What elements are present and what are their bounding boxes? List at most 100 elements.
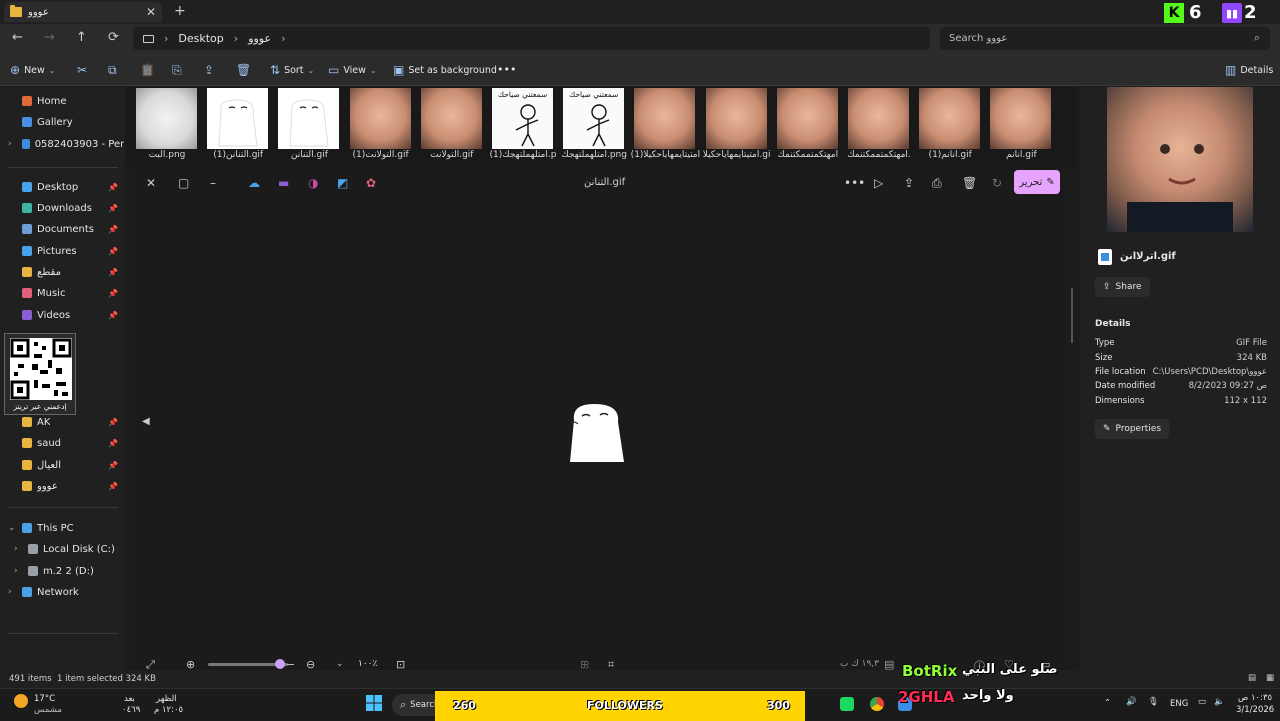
chevron-up-icon[interactable]: ⌃: [1104, 698, 1111, 708]
sidebar-item[interactable]: العيال 📌: [0, 455, 124, 475]
viewer-more-icon[interactable]: •••: [844, 176, 865, 190]
clock-time[interactable]: ١٠:٣٥ ص: [1238, 693, 1272, 703]
thumbnail[interactable]: [634, 88, 696, 149]
microphone-icon[interactable]: 🎙: [1148, 697, 1159, 707]
breadcrumb-desktop[interactable]: Desktop: [178, 32, 223, 45]
sidebar-item[interactable]: saud 📌: [0, 433, 124, 453]
sidebar-item[interactable]: Music 📌: [0, 283, 124, 303]
clipchamp-icon[interactable]: ▬: [278, 176, 289, 190]
thumbnail[interactable]: سمعتني صياحك: [563, 88, 625, 149]
thumbnail[interactable]: [990, 88, 1052, 149]
sidebar-item[interactable]: مقطع 📌: [0, 262, 124, 282]
up-button[interactable]: ↑: [76, 30, 87, 45]
onedrive-icon[interactable]: ☁: [248, 176, 260, 190]
edit-button[interactable]: تحرير ✎: [1014, 170, 1060, 194]
sidebar-item[interactable]: Gallery: [0, 112, 124, 132]
viewer-maximize-icon[interactable]: ▢: [178, 176, 189, 190]
zoom-dropdown-icon[interactable]: ⌄: [336, 659, 344, 669]
sidebar-item[interactable]: ⌄ This PC: [0, 518, 124, 538]
app-icon-green[interactable]: [840, 697, 854, 711]
sidebar-item[interactable]: › m.2 2 (D:): [0, 561, 124, 581]
details-pane-button[interactable]: ▥ Details: [1225, 63, 1273, 77]
botrix-label: BotRix: [902, 662, 958, 680]
viewer-minimize-icon[interactable]: –: [210, 176, 216, 190]
back-button[interactable]: ←: [12, 30, 23, 45]
more-options-button[interactable]: •••: [497, 63, 516, 76]
share-button[interactable]: ⇪ Share: [1095, 277, 1150, 297]
sidebar-item[interactable]: Desktop 📌: [0, 177, 124, 197]
details-view-icon[interactable]: ▤: [1248, 673, 1256, 683]
thumbnail[interactable]: [848, 88, 909, 149]
explorer-tab[interactable]: عووو ✕: [4, 2, 162, 22]
speaker-icon[interactable]: 🔈: [1214, 697, 1225, 707]
sidebar-item[interactable]: Home: [0, 91, 124, 111]
viewer-scrollbar[interactable]: [1071, 288, 1073, 343]
new-button[interactable]: ⊕ New ⌄: [10, 63, 56, 77]
view-button[interactable]: ▭ View ⌄: [328, 63, 377, 77]
thumbnail[interactable]: [919, 88, 981, 149]
sort-button[interactable]: ⇅ Sort ⌄: [270, 63, 314, 77]
chevron-right-icon[interactable]: ›: [14, 566, 18, 576]
zoom-slider-knob[interactable]: [275, 659, 285, 669]
chrome-icon[interactable]: [870, 697, 884, 711]
thumbnail[interactable]: سمعتني صياحك: [492, 88, 553, 149]
tiles-view-icon[interactable]: ▦: [1266, 673, 1274, 683]
paste-icon[interactable]: 📋: [140, 63, 155, 77]
properties-button[interactable]: ✎ Properties: [1095, 419, 1170, 439]
new-tab-button[interactable]: +: [174, 3, 186, 19]
search-input[interactable]: Search عووو ⌕: [940, 27, 1270, 50]
thumbnail[interactable]: [349, 88, 411, 149]
viewer-close-icon[interactable]: ✕: [146, 176, 156, 190]
chevron-down-icon[interactable]: ⌄: [8, 523, 16, 533]
rename-icon[interactable]: ⎘: [172, 63, 182, 78]
sidebar-item[interactable]: Videos 📌: [0, 305, 124, 325]
volume-icon[interactable]: 🔊: [1126, 697, 1137, 707]
sidebar-item[interactable]: › Local Disk (C:): [0, 539, 124, 559]
cut-icon[interactable]: ✂: [77, 63, 87, 77]
folder-icon: [22, 438, 32, 448]
tab-close-button[interactable]: ✕: [146, 5, 156, 19]
previous-image-icon[interactable]: ◀: [142, 416, 150, 427]
viewer-share-icon[interactable]: ⇪: [904, 176, 914, 190]
refresh-button[interactable]: ⟳: [108, 30, 119, 45]
thumbnail[interactable]: [278, 88, 340, 149]
zoom-slider[interactable]: [208, 659, 288, 669]
sidebar-item[interactable]: Pictures 📌: [0, 241, 124, 261]
copilot-icon[interactable]: ✿: [366, 176, 376, 190]
paint-icon[interactable]: ◩: [337, 176, 348, 190]
designer-icon[interactable]: ◑: [308, 176, 318, 190]
weather-temp[interactable]: 17°C: [34, 694, 55, 704]
sidebar-item[interactable]: Downloads 📌: [0, 198, 124, 218]
share-icon[interactable]: ⇪: [204, 63, 214, 77]
forward-button[interactable]: →: [44, 30, 55, 45]
address-bar[interactable]: › Desktop › عووو ›: [133, 27, 930, 50]
delete-icon[interactable]: 🗑: [236, 63, 251, 77]
zoom-level[interactable]: ١٠٠٪: [358, 659, 377, 669]
print-icon[interactable]: ⎙: [932, 176, 942, 191]
thumbnail[interactable]: [420, 88, 482, 149]
sidebar-item[interactable]: عووو 📌: [0, 476, 124, 496]
network-icon[interactable]: ▭: [1198, 697, 1206, 707]
thumbnail[interactable]: [136, 88, 197, 149]
clock-date[interactable]: 3/1/2026: [1236, 705, 1274, 715]
chevron-right-icon[interactable]: ›: [8, 139, 12, 149]
thumbnail-label: البت.png: [148, 150, 186, 160]
thumbnail[interactable]: [776, 88, 838, 149]
slideshow-icon[interactable]: ▷: [874, 176, 883, 190]
chevron-right-icon[interactable]: ›: [8, 587, 12, 597]
thumbnail[interactable]: [705, 88, 767, 149]
sidebar-item[interactable]: › Network: [0, 582, 124, 602]
sidebar-item[interactable]: Documents 📌: [0, 219, 124, 239]
sidebar-item[interactable]: AK 📌: [0, 412, 124, 432]
viewer-delete-icon[interactable]: 🗑: [962, 176, 977, 190]
copy-icon[interactable]: ⧉: [108, 63, 117, 78]
windows-start-icon[interactable]: [366, 695, 382, 711]
sidebar-item-label: saud: [37, 437, 62, 449]
rotate-icon[interactable]: ↻: [992, 176, 1002, 190]
sidebar-item[interactable]: › 0582403903 - Personal: [0, 134, 124, 154]
set-as-background-button[interactable]: ▣ Set as background: [393, 63, 497, 77]
language-indicator[interactable]: ENG: [1170, 699, 1188, 709]
thumbnail[interactable]: [207, 88, 269, 149]
chevron-right-icon[interactable]: ›: [14, 544, 18, 554]
breadcrumb-folder[interactable]: عووو: [248, 32, 271, 45]
